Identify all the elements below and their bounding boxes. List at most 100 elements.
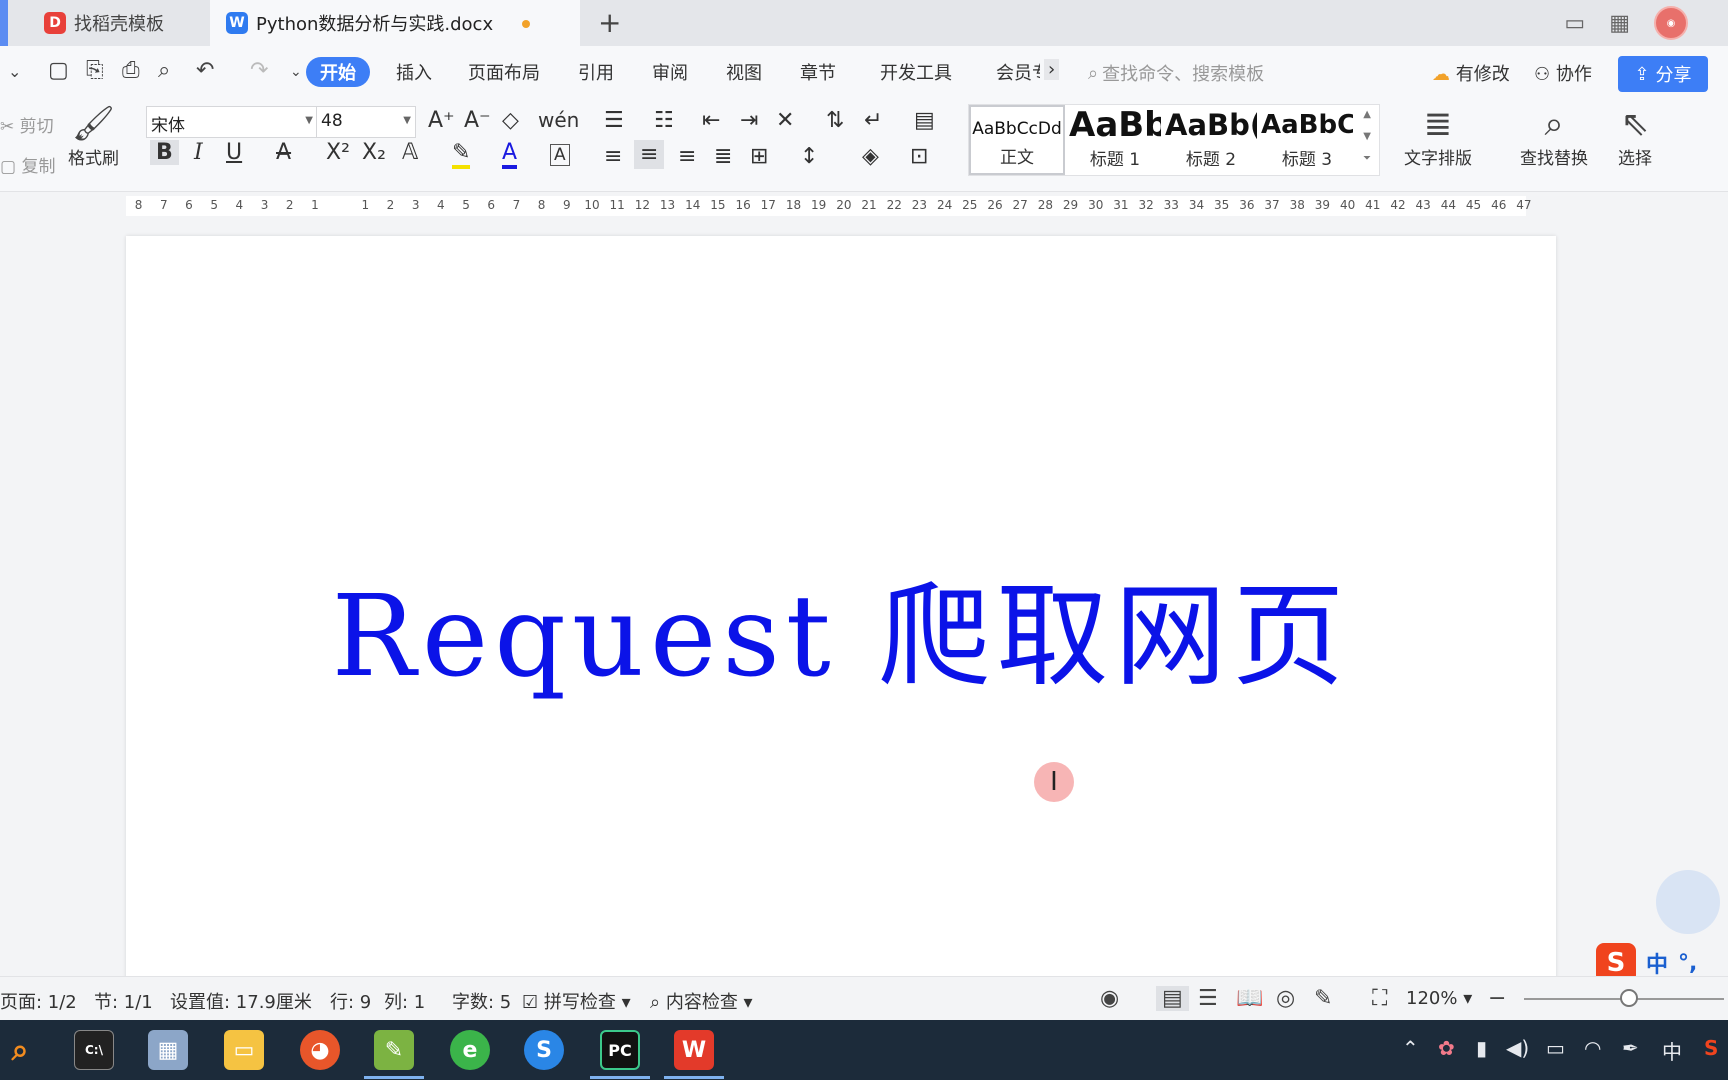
justify-icon[interactable]: ≣ [714,144,732,169]
chevron-down-icon[interactable]: ▼ [1363,131,1371,142]
avatar[interactable]: ◉ [1654,6,1688,40]
more-tabs-button[interactable]: › [1044,59,1060,80]
sogou-icon[interactable]: S [524,1030,564,1070]
spell-check-button[interactable]: ☑ 拼写检查 ▾ [522,988,631,1014]
grid-apps-icon[interactable]: ▦ [1609,11,1630,36]
cut-button[interactable]: ✂ 剪切 [0,112,54,137]
decrease-indent-icon[interactable]: ⇤ [702,108,720,133]
line-spacing-icon[interactable]: ↕ [800,144,818,169]
align-right-icon[interactable]: ≡ [678,144,696,169]
tab-document[interactable]: W Python数据分析与实践.docx [210,0,580,46]
volume-icon[interactable]: ◀) [1506,1036,1529,1060]
horizontal-ruler[interactable]: 8 7 6 5 4 3 2 1 1 2 3 4 5 6 7 8 9 10 11 12 13 14 15 16 17 18 19 20 2… [0,192,1728,222]
strikethrough-icon[interactable]: A [276,140,291,165]
flower-icon[interactable]: ✿ [1438,1036,1455,1060]
document-canvas[interactable]: Request 爬取网页 [0,222,1728,976]
print-preview-icon[interactable]: ⌕ [158,58,170,83]
status-setting[interactable]: 设置值: 17.9厘米 [170,988,312,1014]
style-heading-1[interactable]: AaBb 标题 1 [1069,105,1161,175]
microphone-icon[interactable]: ▮ [1476,1036,1487,1060]
font-size-select[interactable]: 48 ▼ [316,106,416,138]
outline-view-icon[interactable]: ☰ [1198,986,1218,1011]
grow-font-icon[interactable]: A⁺ [428,108,455,133]
tab-insert[interactable]: 插入 [396,59,432,85]
wps-office-icon[interactable]: W [674,1030,714,1070]
tab-references[interactable]: 引用 [578,59,614,85]
shrink-font-icon[interactable]: A⁻ [464,108,491,133]
web-view-icon[interactable]: ◎ [1276,986,1295,1011]
style-heading-3[interactable]: AaBbC( 标题 3 [1261,105,1353,175]
firefox-icon[interactable]: ◕ [300,1030,340,1070]
browser-e-icon[interactable]: e [450,1030,490,1070]
increase-indent-icon[interactable]: ⇥ [740,108,758,133]
chevron-down-icon[interactable]: ⌄ [8,62,21,81]
zoom-out-icon[interactable]: − [1488,986,1506,1011]
shading-icon[interactable]: ◈ [862,144,879,169]
select-button[interactable]: ⇖ 选择 [1618,104,1652,169]
tab-home[interactable]: 开始 [306,57,370,87]
file-explorer-icon[interactable]: ▭ [224,1030,264,1070]
underline-icon[interactable]: U [226,140,242,165]
status-page[interactable]: 页面: 1/2 [0,988,77,1014]
distributed-icon[interactable]: ⊞ [750,144,768,169]
bold-icon[interactable]: B [150,140,179,165]
reading-view-icon[interactable]: 📖 [1236,986,1263,1011]
expand-styles-icon[interactable]: ⏷ [1363,153,1371,164]
tab-chapter[interactable]: 章节 [800,59,836,85]
tab-view[interactable]: 视图 [726,59,762,85]
window-layout-icon[interactable]: ▭ [1564,11,1585,36]
highlight-icon[interactable]: ✎ [452,140,471,169]
copy-button[interactable]: ▢ 复制 [0,152,55,177]
status-section[interactable]: 节: 1/1 [94,988,153,1014]
fit-page-icon[interactable]: ⛶ [1372,986,1387,1011]
redo-icon[interactable]: ↷ [250,58,268,83]
style-heading-2[interactable]: AaBb( 标题 2 [1165,105,1257,175]
phonetic-guide-icon[interactable]: wén [538,108,579,132]
floating-assistant-icon[interactable] [1656,870,1720,934]
tab-template-store[interactable]: D 找稻壳模板 [0,0,210,46]
status-word-count[interactable]: 字数: 5 [452,988,511,1014]
zoom-select[interactable]: 120% ▾ [1406,988,1472,1009]
share-button[interactable]: ⇪ 分享 [1618,56,1708,92]
chevron-up-icon[interactable]: ▲ [1363,109,1371,120]
format-painter-button[interactable]: 🖌 格式刷 [68,104,119,169]
eye-protection-icon[interactable]: ◉ [1100,986,1119,1011]
page-view-icon[interactable]: ▤ [1156,986,1189,1011]
write-mode-icon[interactable]: ✎ [1314,986,1332,1011]
pycharm-icon[interactable]: PC [600,1030,640,1070]
content-check-button[interactable]: ⌕ 内容检查 ▾ [650,988,753,1014]
numbered-list-icon[interactable]: ☷ [654,108,674,133]
modify-button[interactable]: ☁ 有修改 [1432,60,1510,86]
sogou-tray-icon[interactable]: S [1704,1036,1718,1060]
document-page[interactable]: Request 爬取网页 [126,236,1556,976]
new-tab-button[interactable]: + [598,6,621,39]
command-search[interactable]: ⌕ 查找命令、搜索模板 [1088,60,1264,86]
italic-icon[interactable]: I [194,140,203,165]
chevron-up-icon[interactable]: ⌃ [1402,1036,1419,1060]
tab-developer[interactable]: 开发工具 [880,59,952,85]
zoom-slider-handle[interactable] [1620,989,1638,1007]
tab-page-layout[interactable]: 页面布局 [468,59,540,85]
undo-icon[interactable]: ↶ [196,58,214,83]
customize-icon[interactable]: ⌄ [290,64,302,80]
print-icon[interactable]: ⎙ [122,58,140,83]
table-ruler-icon[interactable]: ▤ [914,108,935,133]
tab-member[interactable]: 会员专 [996,59,1040,85]
search-icon[interactable]: ⌕ [0,1030,40,1070]
font-name-select[interactable]: 宋体 ▼ [146,106,318,138]
wifi-icon[interactable]: ◠ [1584,1036,1601,1060]
status-row[interactable]: 行: 9 [330,988,371,1014]
style-normal[interactable]: AaBbCcDd 正文 [969,105,1065,175]
clear-format-icon[interactable]: ◇ [502,108,519,133]
battery-icon[interactable]: ▭ [1546,1036,1565,1060]
font-color-icon[interactable]: A [502,140,518,169]
pen-icon[interactable]: ✒ [1622,1036,1639,1060]
notepad-icon[interactable]: ✎ [374,1030,414,1070]
collab-button[interactable]: ⚇ 协作 [1534,60,1592,86]
text-layout-button[interactable]: ≣ 文字排版 [1404,104,1472,169]
terminal-icon[interactable]: C:\ [74,1030,114,1070]
char-border-icon[interactable]: A [550,144,570,166]
tab-review[interactable]: 审阅 [652,59,688,85]
align-left-icon[interactable]: ≡ [604,144,622,169]
export-icon[interactable]: ⎘ [86,58,104,83]
